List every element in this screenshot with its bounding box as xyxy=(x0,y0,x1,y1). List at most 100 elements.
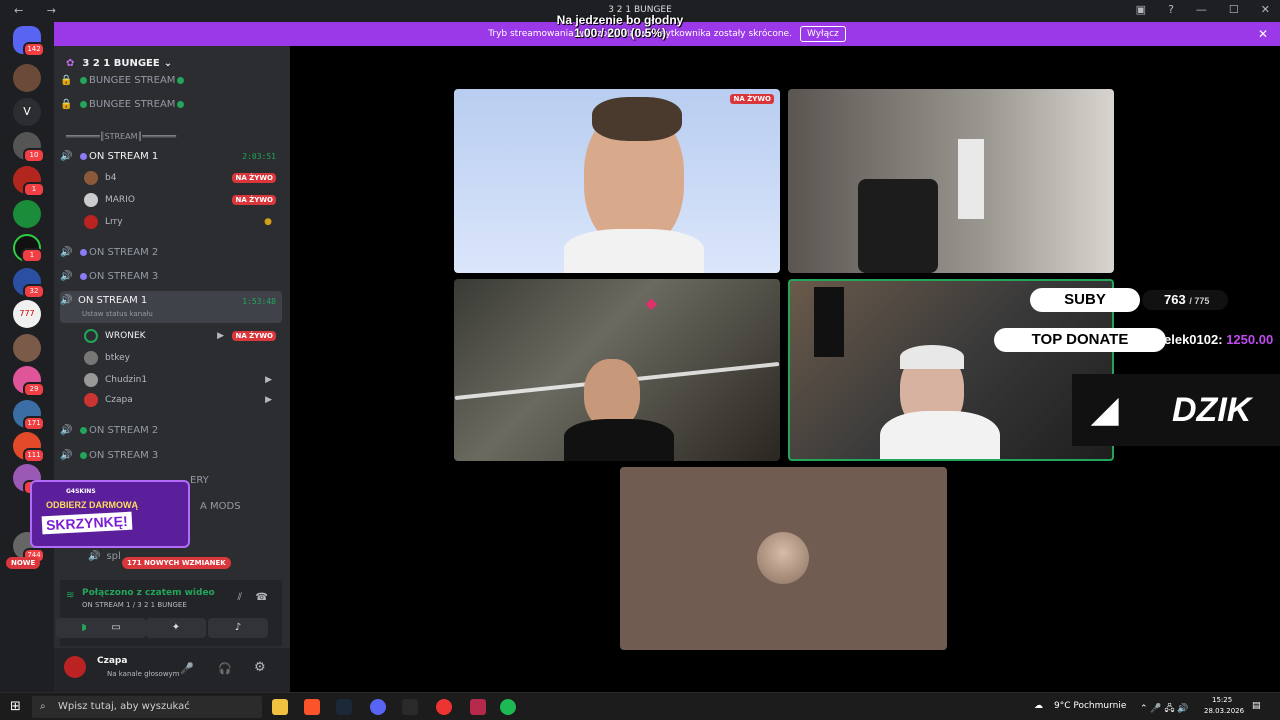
home-icon[interactable]: 142 xyxy=(13,26,45,57)
inbox-icon[interactable]: ▣ xyxy=(1136,3,1146,16)
voice-channel-on-stream-3[interactable]: 🔊 ON STREAM 3 xyxy=(60,445,282,465)
voice-user[interactable]: Lrry ● xyxy=(84,212,280,232)
donate-amount: 1250.00 xyxy=(1226,332,1274,347)
suby-count: 763 xyxy=(1164,292,1186,307)
close-window-button[interactable]: ✕ xyxy=(1261,3,1270,16)
mentions-pill[interactable]: 171 NOWYCH WZMIANEK xyxy=(122,557,231,569)
video-tile-audio-only[interactable] xyxy=(620,467,947,650)
minimize-button[interactable]: — xyxy=(1196,3,1207,16)
channel-bungee-stream[interactable]: 🔒 BUNGEE STREAM xyxy=(60,94,282,114)
obs-icon[interactable] xyxy=(436,699,452,715)
speaker-icon: 🔊 xyxy=(60,246,73,258)
avatar xyxy=(84,373,98,387)
soundboard-button[interactable]: ♪ xyxy=(208,618,268,638)
mic-icon[interactable]: 🎤 xyxy=(180,662,194,675)
epic-games-icon[interactable] xyxy=(402,699,418,715)
voice-user[interactable]: MARIO NA ŻYWO xyxy=(84,190,280,210)
speaker-icon: 🔊 xyxy=(60,150,73,162)
voice-user[interactable]: btkey xyxy=(84,348,280,368)
category-stream[interactable]: ═══════║STREAM║═══════ xyxy=(60,126,282,146)
server-icon[interactable]: 29 xyxy=(13,366,45,397)
server-v-icon[interactable]: V xyxy=(13,98,41,126)
person-shirt xyxy=(880,411,1000,459)
disable-streamer-mode-button[interactable]: Wyłącz xyxy=(799,26,846,42)
discord-icon[interactable] xyxy=(370,699,386,715)
donor-name: elek0102: xyxy=(1164,332,1223,347)
avatar[interactable] xyxy=(64,656,86,678)
voice-channel-on-stream-3[interactable]: 🔊 ON STREAM 3 xyxy=(60,266,282,286)
settings-gear-icon[interactable]: ⚙ xyxy=(254,660,266,675)
tray-icons[interactable]: ⌃ 🎤 🖧 🔊 xyxy=(1140,701,1189,717)
voice-channel-on-stream-2[interactable]: 🔊 ON STREAM 2 xyxy=(60,420,282,440)
person-hair xyxy=(900,345,964,369)
server-icon[interactable]: 10 xyxy=(13,132,45,163)
new-pill[interactable]: NOWE xyxy=(6,557,41,569)
server-icon[interactable]: 1 xyxy=(13,166,45,197)
notifications-icon[interactable]: ▤ xyxy=(1252,701,1261,711)
live-badge: NA ŻYWO xyxy=(232,195,276,205)
category-label: ═══════║STREAM║═══════ xyxy=(66,131,177,141)
user-name: WRONEK xyxy=(105,331,146,341)
help-icon[interactable]: ? xyxy=(1168,3,1174,16)
voice-status[interactable]: Połączono z czatem wideo xyxy=(82,588,215,598)
windows-start-icon[interactable]: ⊞ xyxy=(10,699,21,714)
user-name[interactable]: Czapa xyxy=(97,656,127,666)
goal-progress: 1.00 / 200 (0.5%) xyxy=(573,26,667,40)
app-icon[interactable] xyxy=(470,699,486,715)
video-tile-wronek[interactable]: ◆ xyxy=(454,279,780,461)
server-777-icon[interactable]: 777 xyxy=(13,300,41,328)
video-tile-mario[interactable] xyxy=(788,89,1114,273)
voice-channel-on-stream-1[interactable]: 🔊 ON STREAM 1 2:03:51 xyxy=(60,146,282,166)
server-icon[interactable]: 1 xyxy=(13,234,43,263)
channel-label: ON STREAM 2 xyxy=(89,424,159,436)
maximize-button[interactable]: ☐ xyxy=(1229,3,1239,16)
server-icon[interactable]: 111 xyxy=(13,432,45,463)
screen-share-button[interactable]: ▭ xyxy=(86,618,146,638)
suby-goal: / 775 xyxy=(1189,296,1210,306)
server-icon[interactable] xyxy=(13,200,41,228)
avatar xyxy=(84,393,98,407)
voice-user[interactable]: WRONEK ▶ NA ŻYWO xyxy=(84,326,280,346)
server-icon[interactable]: 32 xyxy=(13,268,45,299)
signal-icon: ≋ xyxy=(66,590,75,601)
banner-close-icon[interactable]: ✕ xyxy=(1258,27,1268,41)
user-panel: Czapa Na kanale głosowym 🎤 🎧 ⚙ xyxy=(54,648,290,692)
steam-icon[interactable] xyxy=(336,699,352,715)
spotify-icon[interactable] xyxy=(500,699,516,715)
taskbar-search[interactable]: ⌕ Wpisz tutaj, aby wyszukać xyxy=(32,696,262,718)
person-body xyxy=(564,419,674,461)
activities-button[interactable]: ✦ xyxy=(146,618,206,638)
channel-bungee-stream[interactable]: 🔒 BUNGEE STREAM xyxy=(60,70,282,90)
server-icon[interactable]: 171 xyxy=(13,400,45,431)
live-badge: NA ŻYWO xyxy=(232,173,276,183)
brave-browser-icon[interactable] xyxy=(304,699,320,715)
channel-label: ON STREAM 1 xyxy=(89,150,159,162)
dzik-logo: ◢ DZIK xyxy=(1072,374,1280,446)
voice-user[interactable]: b4 NA ŻYWO xyxy=(84,168,280,188)
video-icon: ▶ xyxy=(265,375,272,385)
weather-icon[interactable]: ☁ xyxy=(1034,701,1043,711)
clock-date[interactable]: 28.03.2026 xyxy=(1204,707,1244,715)
voice-channel-on-stream-2[interactable]: 🔊 ON STREAM 2 xyxy=(60,242,282,262)
search-placeholder: Wpisz tutaj, aby wyszukać xyxy=(58,701,190,712)
gaming-chair xyxy=(858,179,938,273)
weather-text[interactable]: 9°C Pochmurnie xyxy=(1054,701,1126,711)
noise-suppression-icon[interactable]: ⫽ xyxy=(238,592,242,603)
clock-time[interactable]: 15:25 xyxy=(1212,696,1232,704)
video-tile-b4[interactable]: NA ŻYWO xyxy=(454,89,780,273)
video-grid: NA ŻYWO ◆ xyxy=(290,46,1280,692)
headphones-icon[interactable]: 🎧 xyxy=(218,662,232,675)
voice-channel-on-stream-1-active[interactable]: 🔊 ON STREAM 1 1:53:48 Ustaw status kanał… xyxy=(60,291,282,323)
voice-channel-path: ON STREAM 1 / 3 2 1 BUNGEE xyxy=(82,601,187,609)
video-icon: ▶ xyxy=(265,395,272,405)
avatar xyxy=(84,215,98,229)
channel-label: BUNGEE STREAM xyxy=(89,98,176,110)
voice-user[interactable]: Chudzin1 ▶ xyxy=(84,370,280,390)
server-icon[interactable] xyxy=(13,334,41,362)
voice-user[interactable]: Czapa ▶ xyxy=(84,390,280,410)
user-name: Lrry xyxy=(105,217,123,227)
file-explorer-icon[interactable] xyxy=(272,699,288,715)
server-icon[interactable] xyxy=(13,64,41,92)
disconnect-icon[interactable]: ☎ xyxy=(256,592,268,603)
channel-status-hint[interactable]: Ustaw status kanału xyxy=(82,310,153,318)
